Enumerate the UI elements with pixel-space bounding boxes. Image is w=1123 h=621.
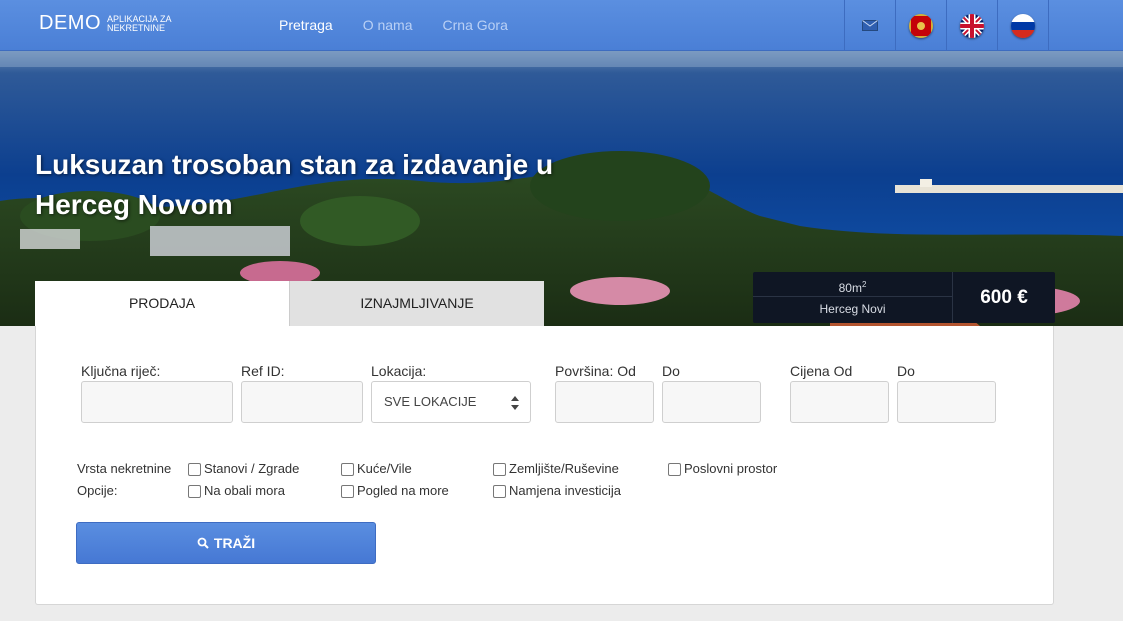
keyword-input[interactable] xyxy=(81,381,233,423)
ref-id-input[interactable] xyxy=(241,381,363,423)
area-from-label: Površina: Od xyxy=(555,363,636,379)
checkbox-box[interactable] xyxy=(341,463,354,476)
checkbox-box[interactable] xyxy=(341,485,354,498)
area-unit-sup: 2 xyxy=(861,280,867,289)
price-to-label: Do xyxy=(897,363,915,379)
checkbox-pogled[interactable]: Pogled na more xyxy=(341,483,449,498)
search-panel: Ključna riječ: Ref ID: Lokacija: SVE LOK… xyxy=(35,326,1054,605)
location-label: Lokacija: xyxy=(371,363,427,379)
checkbox-zemljiste[interactable]: Zemljište/Ruševine xyxy=(493,461,619,476)
checkbox-stanovi[interactable]: Stanovi / Zgrade xyxy=(188,461,299,476)
price-from-label: Cijena Od xyxy=(790,363,853,379)
price-to-input[interactable] xyxy=(897,381,996,423)
nav-icons xyxy=(844,0,1049,51)
checkbox-label: Pogled na more xyxy=(357,483,449,498)
checkbox-box[interactable] xyxy=(188,463,201,476)
price-box: 80m2 Herceg Novi 600 € xyxy=(753,272,1055,323)
keyword-label: Ključna riječ: xyxy=(81,363,161,379)
search-tabs: PRODAJA IZNAJMLJIVANJE xyxy=(35,281,544,326)
checkbox-label: Namjena investicija xyxy=(509,483,621,498)
russia-flag-icon xyxy=(1011,13,1035,38)
checkbox-box[interactable] xyxy=(493,485,506,498)
checkbox-box[interactable] xyxy=(188,485,201,498)
main-nav: Pretraga O nama Crna Gora xyxy=(279,17,538,33)
price-box-details: 80m2 Herceg Novi xyxy=(753,272,953,323)
checkbox-box[interactable] xyxy=(668,463,681,476)
listing-city: Herceg Novi xyxy=(819,302,886,316)
listing-area: 80m2 xyxy=(753,272,952,297)
language-me[interactable] xyxy=(895,0,946,51)
language-ru[interactable] xyxy=(997,0,1049,51)
listing-price: 600 € xyxy=(980,286,1028,308)
checkbox-kuce[interactable]: Kuće/Vile xyxy=(341,461,412,476)
location-selected: SVE LOKACIJE xyxy=(384,394,477,409)
ref-id-label: Ref ID: xyxy=(241,363,285,379)
logo-name: DEMO xyxy=(39,12,101,34)
property-type-label: Vrsta nekretnine xyxy=(77,461,172,476)
logo-tagline: APLIKACIJA ZA NEKRETNINE xyxy=(107,13,172,33)
tab-iznajmljivanje[interactable]: IZNAJMLJIVANJE xyxy=(289,281,544,326)
logo[interactable]: DEMO APLIKACIJA ZA NEKRETNINE xyxy=(39,12,177,35)
area-to-label: Do xyxy=(662,363,680,379)
search-button-label: TRAŽI xyxy=(213,535,256,551)
location-select[interactable]: SVE LOKACIJE xyxy=(371,381,531,423)
search-button[interactable]: TRAŽI xyxy=(76,522,376,564)
uk-flag-icon xyxy=(960,13,984,38)
tab-prodaja[interactable]: PRODAJA xyxy=(35,281,289,326)
checkbox-label: Kuće/Vile xyxy=(357,461,412,476)
montenegro-flag-icon xyxy=(909,13,933,38)
checkbox-na-obali[interactable]: Na obali mora xyxy=(188,483,285,498)
options-label: Opcije: xyxy=(77,483,118,498)
listing-title: Luksuzan trosoban stan za izdavanje u He… xyxy=(35,149,554,220)
top-navbar: DEMO APLIKACIJA ZA NEKRETNINE Pretraga O… xyxy=(0,0,1123,51)
checkbox-box[interactable] xyxy=(493,463,506,476)
nav-link-pretraga[interactable]: Pretraga xyxy=(279,17,333,33)
area-to-input[interactable] xyxy=(662,381,761,423)
select-arrows-icon xyxy=(511,396,519,410)
checkbox-label: Na obali mora xyxy=(204,483,285,498)
mail-icon[interactable] xyxy=(844,0,895,51)
nav-link-o-nama[interactable]: O nama xyxy=(363,17,413,33)
language-en[interactable] xyxy=(946,0,997,51)
checkbox-investicija[interactable]: Namjena investicija xyxy=(493,483,621,498)
checkbox-label: Poslovni prostor xyxy=(684,461,778,476)
checkbox-label: Stanovi / Zgrade xyxy=(204,461,300,476)
checkbox-label: Zemljište/Ruševine xyxy=(509,461,619,476)
checkbox-poslovni[interactable]: Poslovni prostor xyxy=(668,461,777,476)
area-value: 80m xyxy=(838,281,862,295)
area-from-input[interactable] xyxy=(555,381,654,423)
search-icon xyxy=(197,537,209,549)
nav-link-crna-gora[interactable]: Crna Gora xyxy=(443,17,508,33)
price-from-input[interactable] xyxy=(790,381,889,423)
